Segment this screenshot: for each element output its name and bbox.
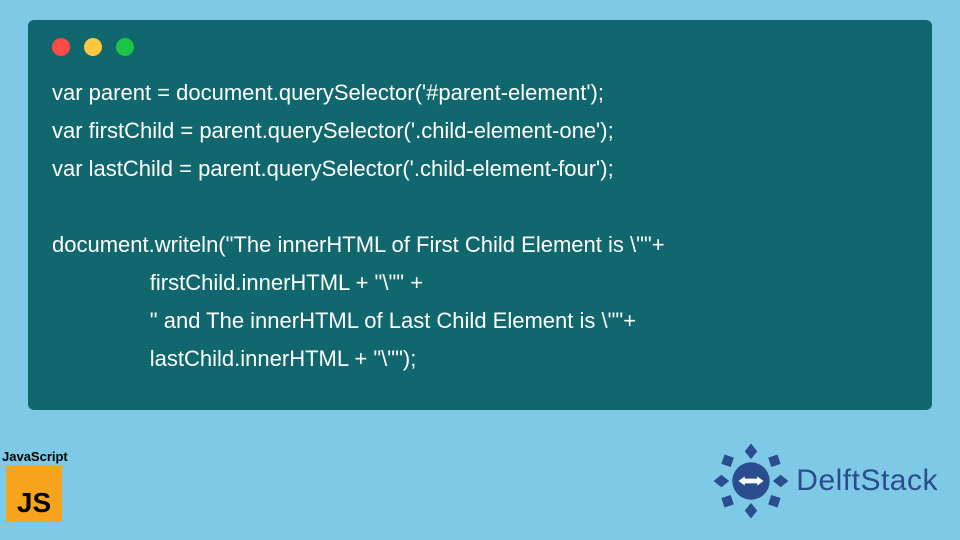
code-line-2: var firstChild = parent.querySelector('.…	[52, 118, 614, 143]
code-line-1: var parent = document.querySelector('#pa…	[52, 80, 604, 105]
code-line-8: lastChild.innerHTML + "\"");	[52, 346, 416, 371]
brand-badge: ⇔ DelftStack	[712, 442, 938, 520]
code-line-6: firstChild.innerHTML + "\"" +	[52, 270, 423, 295]
code-line-5: document.writeln("The innerHTML of First…	[52, 232, 665, 257]
code-block: var parent = document.querySelector('#pa…	[52, 74, 908, 378]
javascript-label: JavaScript	[0, 449, 82, 464]
code-line-3: var lastChild = parent.querySelector('.c…	[52, 156, 614, 181]
javascript-badge: JavaScript JS	[0, 449, 82, 522]
delftstack-logo-icon: ⇔	[712, 442, 790, 520]
close-dot-icon	[52, 38, 70, 56]
javascript-logo-icon: JS	[6, 466, 62, 522]
minimize-dot-icon	[84, 38, 102, 56]
brand-name: DelftStack	[796, 464, 938, 498]
maximize-dot-icon	[116, 38, 134, 56]
window-controls	[52, 38, 908, 56]
javascript-logo-text: JS	[10, 487, 58, 519]
code-line-7: " and The innerHTML of Last Child Elemen…	[52, 308, 636, 333]
code-window: var parent = document.querySelector('#pa…	[28, 20, 932, 410]
